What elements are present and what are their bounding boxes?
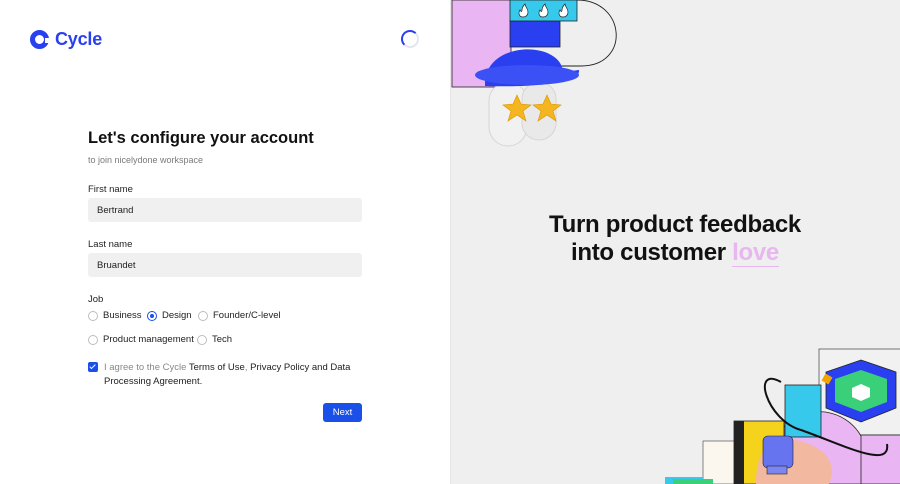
blue-block-shape: [509, 19, 561, 48]
hero-line-2: into customer love: [450, 239, 900, 267]
job-option-label: Business: [103, 310, 142, 321]
last-name-label: Last name: [88, 239, 133, 250]
onboarding-panel: Cycle Let's configure your account to jo…: [0, 0, 450, 484]
first-name-label: First name: [88, 184, 133, 195]
job-option-label: Tech: [212, 334, 233, 345]
job-label: Job: [88, 294, 104, 305]
radio-icon: [197, 334, 207, 345]
privacy-link[interactable]: Privacy Policy: [250, 362, 309, 373]
agreement-suffix: .: [199, 376, 203, 387]
terms-link[interactable]: Terms of Use: [189, 362, 245, 373]
agreement-separator: and: [309, 362, 331, 373]
first-name-field[interactable]: [88, 198, 362, 222]
radio-selected-icon: [147, 310, 157, 321]
job-option-product-management[interactable]: Product management: [88, 334, 194, 345]
loading-spinner-icon: [401, 30, 419, 48]
job-option-tech[interactable]: Tech: [197, 334, 232, 345]
job-option-business[interactable]: Business: [88, 310, 142, 321]
brand-logo[interactable]: Cycle: [30, 29, 102, 50]
radio-icon: [88, 310, 98, 321]
job-option-design[interactable]: Design: [147, 310, 192, 321]
agreement-checkbox[interactable]: [88, 362, 98, 372]
agreement-prefix: I agree to the Cycle: [104, 362, 189, 373]
brand-name: Cycle: [55, 29, 103, 49]
bottom-illustration: [665, 348, 900, 484]
page-subtitle: to join nicelydone workspace: [88, 155, 204, 165]
job-option-founder[interactable]: Founder/C-level: [198, 310, 281, 321]
job-option-label: Design: [162, 310, 192, 321]
cycle-logo-icon: [30, 30, 50, 49]
hero-headline: Turn product feedback into customer love: [450, 211, 900, 267]
hero-line-2-prefix: into customer: [571, 239, 733, 266]
agreement-row: I agree to the Cycle Terms of Use, Priva…: [88, 361, 364, 389]
page-title: Let's configure your account: [88, 129, 314, 147]
last-name-field[interactable]: [88, 253, 362, 277]
job-option-label: Founder/C-level: [213, 310, 281, 321]
hero-accent-word: love: [732, 239, 779, 267]
job-option-label: Product management: [103, 334, 194, 345]
next-button[interactable]: Next: [323, 403, 362, 422]
radio-icon: [198, 310, 208, 321]
hero-line-1: Turn product feedback: [549, 211, 801, 238]
radio-icon: [88, 334, 98, 345]
agreement-text: I agree to the Cycle Terms of Use, Priva…: [104, 361, 364, 389]
